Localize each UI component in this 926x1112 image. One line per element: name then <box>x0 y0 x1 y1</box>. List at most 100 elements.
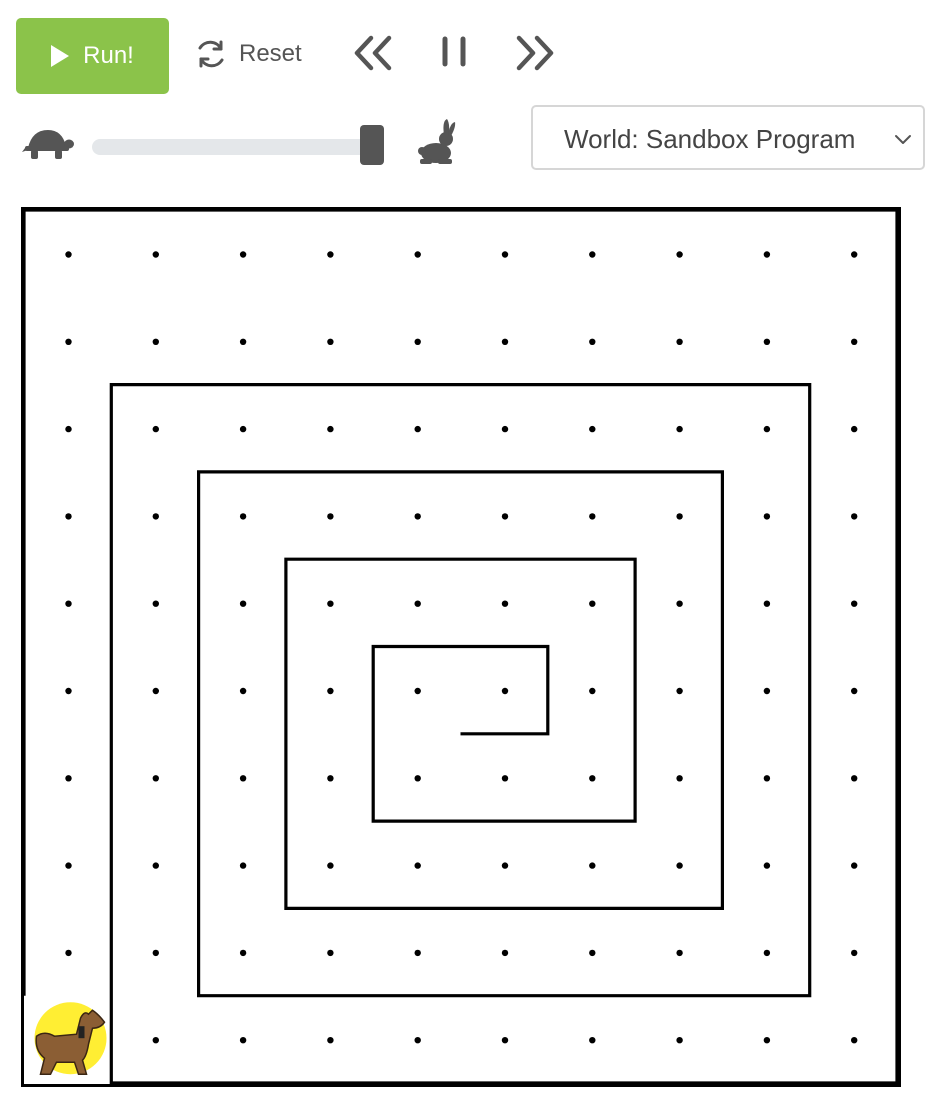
grid-dot <box>239 862 247 869</box>
grid-dot <box>763 775 771 782</box>
grid-dot <box>763 600 771 607</box>
grid-dot <box>851 862 858 869</box>
grid-dot <box>327 513 334 520</box>
grid-dot <box>414 949 421 957</box>
grid-dot <box>65 949 72 957</box>
grid-dot <box>414 862 421 869</box>
grid-dot <box>763 949 771 957</box>
grid-dot <box>589 425 596 433</box>
chevrons-right-icon <box>516 35 554 71</box>
grid-dot <box>676 862 683 869</box>
grid-dot <box>152 338 159 345</box>
grid-dot <box>501 425 509 433</box>
grid-dot <box>589 687 596 695</box>
grid-dot <box>327 338 334 345</box>
run-button[interactable]: Run! <box>16 18 169 94</box>
dog-collar <box>78 1026 85 1039</box>
grid-dot <box>239 338 247 345</box>
grid-dot <box>414 338 421 345</box>
grid-dot <box>763 251 771 258</box>
grid-dot <box>763 425 771 433</box>
grid-dot <box>763 1037 771 1044</box>
chevron-down-icon <box>895 135 911 144</box>
grid-dot <box>65 775 72 782</box>
world-canvas <box>24 210 898 1084</box>
grid-dot <box>589 251 596 258</box>
grid-dot <box>501 949 509 957</box>
speed-slider-track[interactable] <box>92 139 378 155</box>
grid-dot <box>414 687 421 695</box>
pause-button[interactable] <box>430 30 480 76</box>
grid-dot <box>676 338 683 345</box>
grid-dot <box>676 775 683 782</box>
grid-dot <box>327 425 334 433</box>
grid-dot <box>676 251 683 258</box>
grid-dot <box>851 775 858 782</box>
step-forward-button[interactable] <box>509 30 559 76</box>
grid-dot <box>589 949 596 957</box>
chevrons-left-icon <box>354 35 392 71</box>
grid-dot <box>414 425 421 433</box>
grid-dot <box>152 251 159 258</box>
grid-dot <box>589 338 596 345</box>
grid-dot <box>327 862 334 869</box>
grid-dot <box>676 600 683 607</box>
grid-dot <box>327 949 334 957</box>
grid-dot <box>851 425 858 433</box>
grid-dot <box>327 1037 334 1044</box>
grid-dot <box>152 775 159 782</box>
speed-slider-thumb[interactable] <box>360 125 385 165</box>
grid-dot <box>65 251 72 258</box>
grid-dot <box>65 425 72 433</box>
grid-dot <box>501 862 509 869</box>
grid-dot <box>501 513 509 520</box>
grid-dot <box>851 600 858 607</box>
grid-dot <box>763 687 771 695</box>
grid-dot <box>239 687 247 695</box>
grid-dot <box>501 1037 509 1044</box>
grid-dot <box>414 600 421 607</box>
run-button-label: Run! <box>83 42 134 69</box>
grid-dot <box>414 775 421 782</box>
grid-dot <box>152 949 159 957</box>
grid-dot <box>152 1037 159 1044</box>
rabbit-icon <box>418 119 456 164</box>
grid-dot <box>676 513 683 520</box>
grid-dot <box>851 513 858 520</box>
step-back-button[interactable] <box>349 30 399 76</box>
grid-dot <box>152 425 159 433</box>
grid-dot <box>676 425 683 433</box>
grid-dot <box>501 251 509 258</box>
world-select[interactable]: World: Sandbox Program <box>531 105 925 170</box>
world-select-value: World: Sandbox Program <box>564 124 856 154</box>
grid-dot <box>327 600 334 607</box>
grid-dot <box>676 687 683 695</box>
grid-dot <box>851 949 858 957</box>
toolbar: Run! Reset <box>0 0 926 100</box>
grid-dot <box>239 775 247 782</box>
play-icon <box>51 45 70 67</box>
reset-button[interactable]: Reset <box>193 34 302 74</box>
grid-dot <box>851 251 858 258</box>
grid-dot <box>589 600 596 607</box>
grid-dot <box>65 338 72 345</box>
grid-dot <box>851 338 858 345</box>
grid-dot <box>239 1037 247 1044</box>
grid-dot <box>501 775 509 782</box>
grid-dot <box>414 1037 421 1044</box>
grid-dot <box>239 251 247 258</box>
turtle-icon <box>22 130 74 159</box>
grid-dot <box>152 862 159 869</box>
grid-dot <box>327 687 334 695</box>
grid-dot <box>501 687 509 695</box>
grid-dot <box>239 425 247 433</box>
refresh-icon <box>198 40 224 68</box>
grid-dot <box>239 513 247 520</box>
reset-button-label: Reset <box>239 40 302 67</box>
grid-dot <box>501 600 509 607</box>
grid-dot <box>414 513 421 520</box>
grid-dot <box>763 513 771 520</box>
pause-icon <box>442 36 466 67</box>
grid-dot <box>152 687 159 695</box>
grid-dot <box>239 949 247 957</box>
